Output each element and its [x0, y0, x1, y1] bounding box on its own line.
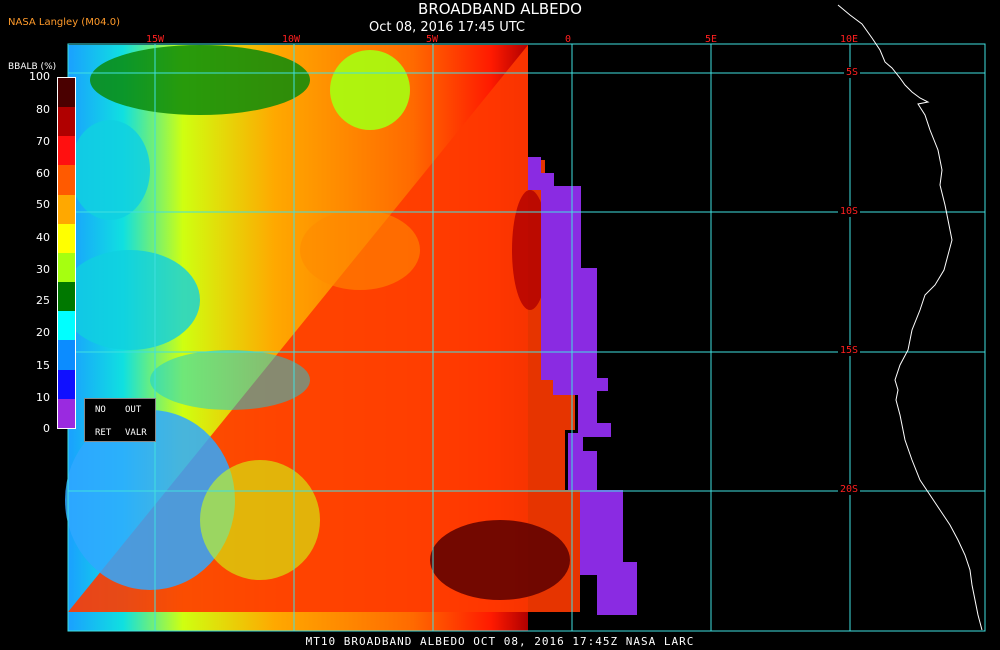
no-data-label: NO [95, 405, 106, 415]
green-cloud-region [90, 45, 310, 115]
producer-label: NASA Langley (M04.0) [8, 17, 120, 28]
legend-tick: 30 [36, 263, 50, 276]
legend-swatch [58, 78, 75, 108]
legend-swatch [58, 252, 75, 283]
legend-tick: 60 [36, 167, 50, 180]
lat-label-10s: 10S [838, 206, 861, 217]
lon-label-15w: 15W [146, 34, 165, 45]
legend-swatch [58, 282, 75, 312]
legend-tick: 80 [36, 103, 50, 116]
lon-label-10w: 10W [282, 34, 301, 45]
lat-label-5s: 5S [844, 67, 861, 78]
africa-coastline [837, 4, 983, 631]
albedo-map [60, 4, 986, 632]
legend-swatch [58, 369, 75, 399]
footer-caption: MT10 BROADBAND ALBEDO OCT 08, 2016 17:45… [305, 635, 695, 648]
legend-tick: 40 [36, 231, 50, 244]
no-data-legend: NO OUT RET VALR [84, 398, 156, 442]
albedo-swath [60, 45, 580, 631]
color-legend [57, 77, 76, 429]
timestamp: Oct 08, 2016 17:45 UTC [369, 20, 525, 35]
legend-tick: 20 [36, 326, 50, 339]
legend-swatch [58, 136, 75, 166]
lat-label-15s: 15S [838, 345, 861, 356]
legend-tick: 100 [29, 70, 50, 83]
lon-label-5w: 5W [426, 34, 439, 45]
legend-swatch [58, 311, 75, 341]
lon-label-5e: 5E [705, 34, 718, 45]
valid-range-label: VALR [125, 428, 147, 438]
legend-tick: 10 [36, 391, 50, 404]
lon-label-0: 0 [565, 34, 572, 45]
legend-tick: 50 [36, 198, 50, 211]
legend-tick: 70 [36, 135, 50, 148]
legend-tick: 15 [36, 359, 50, 372]
lat-label-20s: 20S [838, 484, 861, 495]
legend-swatch [58, 223, 75, 253]
high-albedo-region [430, 520, 570, 600]
legend-swatch [58, 398, 75, 428]
retrieval-label: RET [95, 428, 112, 438]
legend-swatch [58, 107, 75, 137]
legend-swatch [58, 340, 75, 370]
legend-tick: 25 [36, 294, 50, 307]
legend-tick: 0 [43, 422, 50, 435]
legend-swatch [58, 194, 75, 224]
page-title: BROADBAND ALBEDO [418, 0, 582, 18]
legend-swatch [58, 165, 75, 195]
out-of-range-label: OUT [125, 405, 142, 415]
lon-label-10e: 10E [840, 34, 859, 45]
